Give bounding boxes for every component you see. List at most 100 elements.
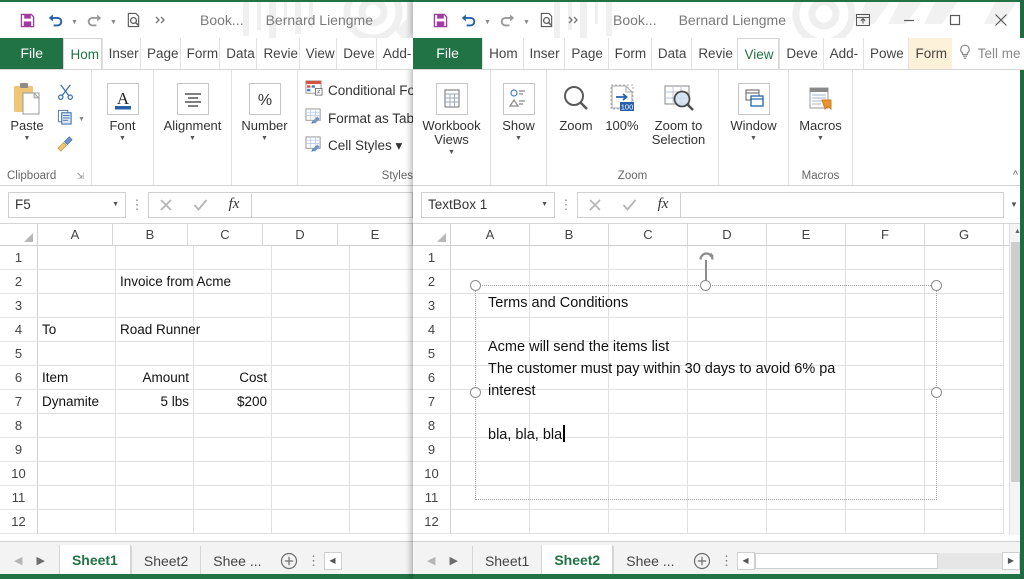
cell-A11[interactable] (38, 486, 116, 510)
cell-C12[interactable] (194, 510, 272, 534)
column-header-c[interactable]: C (188, 224, 263, 245)
cell-D11[interactable] (272, 486, 350, 510)
cell-B12[interactable] (530, 510, 609, 534)
cancel-entry-icon[interactable] (149, 193, 183, 217)
column-header-e[interactable]: E (767, 224, 846, 245)
cell-A12[interactable] (38, 510, 116, 534)
right-name-box[interactable]: TextBox 1 ▼ (421, 191, 555, 218)
format-painter-icon[interactable] (53, 131, 77, 155)
cell-C1[interactable] (194, 246, 272, 270)
cell-C8[interactable] (194, 414, 272, 438)
tab-addins[interactable]: Add- (822, 38, 863, 69)
row-header-7[interactable]: 7 (0, 390, 38, 414)
cell-A8[interactable] (38, 414, 116, 438)
tab-home[interactable]: Hom (63, 38, 102, 69)
sheet-nav-prev-icon[interactable]: ◀ (14, 554, 22, 567)
cell-G1[interactable] (925, 246, 1004, 270)
resize-handle-top-right[interactable] (931, 280, 942, 291)
left-name-box-dropdown-icon[interactable]: ▼ (112, 201, 119, 208)
cell-C12[interactable] (609, 510, 688, 534)
cell-C10[interactable] (194, 462, 272, 486)
column-header-a[interactable]: A (451, 224, 530, 245)
insert-function-icon[interactable]: fx (646, 193, 680, 217)
undo-dropdown-icon[interactable]: ▼ (70, 7, 79, 33)
workbook-views-button[interactable]: Workbook Views ▼ (418, 77, 485, 158)
row-header-9[interactable]: 9 (0, 438, 38, 462)
tab-addins[interactable]: Add- (375, 38, 413, 69)
cell-C3[interactable] (194, 294, 272, 318)
zoom-to-selection-button[interactable]: Zoom to Selection (644, 77, 713, 147)
sheet-tab-sheet2[interactable]: Sheet2 (541, 545, 614, 576)
tab-home[interactable]: Hom (482, 38, 522, 69)
column-header-g[interactable]: G (925, 224, 1004, 245)
textbox-shape[interactable]: Terms and Conditions Acme will send the … (470, 252, 942, 500)
left-user-name[interactable]: Bernard Liengme (266, 12, 373, 28)
row-header-4[interactable]: 4 (413, 318, 451, 342)
cell-E2[interactable] (350, 270, 413, 294)
cell-D3[interactable] (272, 294, 350, 318)
confirm-entry-icon[interactable] (612, 193, 646, 217)
left-formula-bar-overflow-icon[interactable]: ⋮ (126, 192, 148, 218)
tab-data[interactable]: Data (219, 38, 256, 69)
save-icon[interactable] (14, 7, 40, 33)
tell-me-box[interactable]: Tell me (952, 38, 1024, 69)
tab-formulas[interactable]: Form (179, 38, 220, 69)
tab-developer[interactable]: Deve (336, 38, 376, 69)
workbook-views-dropdown-icon[interactable]: ▼ (448, 148, 455, 158)
paste-dropdown-icon[interactable]: ▼ (24, 134, 31, 144)
tab-page-layout[interactable]: Page (564, 38, 607, 69)
cell-A5[interactable] (38, 342, 116, 366)
qat-more-icon[interactable] (561, 7, 587, 33)
copy-icon[interactable] (53, 105, 77, 129)
cell-E6[interactable] (350, 366, 413, 390)
tab-review[interactable]: Revie (691, 38, 737, 69)
cell-B2[interactable]: Invoice from Acme (116, 270, 231, 294)
confirm-entry-icon[interactable] (183, 193, 217, 217)
insert-function-icon[interactable]: fx (217, 193, 251, 217)
column-header-d[interactable]: D (263, 224, 338, 245)
row-header-6[interactable]: 6 (0, 366, 38, 390)
close-icon[interactable] (978, 3, 1024, 37)
row-header-8[interactable]: 8 (0, 414, 38, 438)
undo-dropdown-icon[interactable]: ▼ (483, 7, 492, 33)
window-dropdown-icon[interactable]: ▼ (750, 134, 757, 144)
left-horizontal-scrollbar[interactable]: ◀ (323, 551, 410, 570)
sheet-tab-sheet1[interactable]: Sheet1 (58, 545, 131, 576)
cancel-entry-icon[interactable] (578, 193, 612, 217)
tab-page-layout[interactable]: Page (139, 38, 180, 69)
row-header-5[interactable]: 5 (0, 342, 38, 366)
cell-D12[interactable] (272, 510, 350, 534)
cell-styles-button[interactable]: Cell Styles ▾ (305, 133, 402, 159)
row-header-10[interactable]: 10 (413, 462, 451, 486)
redo-icon[interactable] (494, 7, 520, 33)
cell-D2[interactable] (272, 270, 350, 294)
left-sheet-tab-menu-icon[interactable]: ⋮ (304, 553, 324, 569)
clipboard-dialog-launcher[interactable]: ⇲ (76, 171, 84, 182)
column-header-d[interactable]: D (688, 224, 767, 245)
cell-D5[interactable] (272, 342, 350, 366)
hscroll-left-icon[interactable]: ◀ (736, 551, 755, 570)
number-dropdown-icon[interactable]: ▼ (261, 134, 268, 144)
cell-A4[interactable]: To (38, 318, 116, 342)
row-header-9[interactable]: 9 (413, 438, 451, 462)
zoom-button[interactable]: Zoom (552, 77, 600, 133)
cell-C7[interactable]: $200 (194, 390, 272, 414)
cell-B3[interactable] (116, 294, 194, 318)
cell-A3[interactable] (38, 294, 116, 318)
resize-handle-middle-right[interactable] (931, 386, 942, 398)
cell-B10[interactable] (116, 462, 194, 486)
cell-E10[interactable] (350, 462, 413, 486)
cell-E12[interactable] (350, 510, 413, 534)
window-button[interactable]: Window ▼ (724, 77, 783, 144)
cell-E7[interactable] (350, 390, 413, 414)
font-dropdown-icon[interactable]: ▼ (119, 134, 126, 144)
collapse-ribbon-icon[interactable]: ^ (1013, 169, 1018, 181)
right-sheet-tab-menu-icon[interactable]: ⋮ (717, 553, 737, 569)
right-formula-bar-overflow-icon[interactable]: ⋮ (555, 192, 577, 218)
row-header-11[interactable]: 11 (413, 486, 451, 510)
cell-E12[interactable] (767, 510, 846, 534)
cell-A6[interactable]: Item (38, 366, 116, 390)
resize-handle-top-center[interactable] (700, 280, 711, 291)
conditional-formatting-button[interactable]: ≠ Conditional For (305, 77, 413, 103)
qat-more-icon[interactable] (148, 7, 174, 33)
